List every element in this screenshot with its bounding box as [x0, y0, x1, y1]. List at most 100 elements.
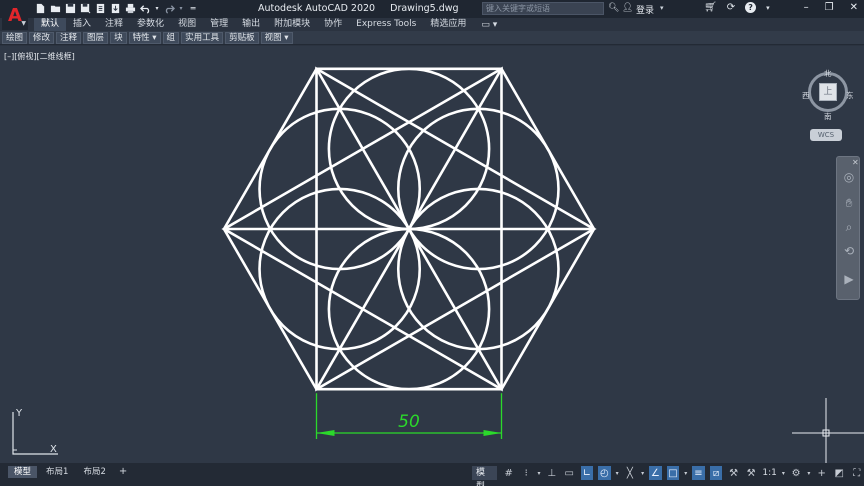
tab-collaborate[interactable]: 协作	[317, 18, 349, 31]
orbit-icon[interactable]: ⟲	[841, 243, 857, 259]
pan-icon[interactable]: ✋︎	[841, 195, 857, 211]
panel-clipboard[interactable]: 剪贴板	[225, 31, 259, 44]
compass-south[interactable]: 南	[824, 111, 832, 122]
compass-west[interactable]: 西	[802, 90, 810, 101]
isolate-objects-icon[interactable]: ◩	[833, 466, 846, 480]
minimize-icon[interactable]: –	[804, 2, 809, 13]
grid-icon[interactable]: #	[502, 466, 515, 480]
dynamic-input-icon[interactable]: ▭	[563, 466, 576, 480]
undo-icon[interactable]	[139, 2, 151, 14]
save-as-icon[interactable]	[79, 2, 91, 14]
tab-express-tools[interactable]: Express Tools	[349, 18, 423, 31]
tab-manage[interactable]: 管理	[203, 18, 235, 31]
drawing-canvas[interactable]: 50	[0, 46, 864, 463]
tab-output[interactable]: 输出	[235, 18, 267, 31]
viewcube-top-face[interactable]: 上	[819, 83, 837, 101]
close-icon[interactable]: ✕	[850, 2, 858, 13]
panel-utilities[interactable]: 实用工具	[181, 31, 224, 44]
auto-scale-icon[interactable]: ⚒	[745, 466, 758, 480]
crosshair-cursor	[792, 398, 864, 464]
status-tools: 模型 # ⁝ ▾ ⊥ ▭ ∟ ◴ ▾ ╳ ▾ ∠ □ ▾ ≡ ⧄ ⚒ ⚒ 1:1…	[472, 466, 864, 486]
dimension-arrowhead[interactable]	[316, 430, 335, 436]
polar-tracking-icon[interactable]: ◴	[598, 466, 611, 480]
tab-parametric[interactable]: 参数化	[130, 18, 171, 31]
chevron-down-icon[interactable]: ▾	[684, 470, 687, 477]
chevron-down-icon[interactable]: ▾	[616, 470, 619, 477]
new-icon[interactable]	[34, 2, 46, 14]
panel-draw[interactable]: 绘图	[2, 31, 28, 44]
annotation-visibility-icon[interactable]: ⚒	[727, 466, 740, 480]
panel-properties[interactable]: 特性 ▾	[128, 31, 161, 44]
application-menu-button[interactable]: A ▼	[2, 2, 28, 30]
viewport-controls-label[interactable]: [–][俯视][二维线框]	[4, 51, 75, 62]
tab-layout2[interactable]: 布局2	[77, 466, 111, 478]
customize-icon[interactable]: ═	[187, 2, 199, 14]
tab-featured-apps[interactable]: 精选应用	[423, 18, 473, 31]
fullscreen-icon[interactable]: ⛶	[850, 466, 863, 480]
help-icon[interactable]: ?	[745, 2, 757, 13]
workspace-gear-icon[interactable]: ⚙	[790, 466, 803, 480]
tab-annotate[interactable]: 注释	[98, 18, 130, 31]
wcs-menu[interactable]: WCS	[810, 129, 842, 141]
panel-layers[interactable]: 图层	[83, 31, 109, 44]
showmotion-icon[interactable]: ▶	[841, 271, 857, 287]
ribbon-panels: 绘图 修改 注释 图层 块 特性 ▾ 组 实用工具 剪贴板 视图 ▾	[0, 31, 864, 45]
dimension-text[interactable]: 50	[398, 412, 420, 432]
chevron-down-icon[interactable]: ▾	[178, 2, 184, 14]
infer-constraints-icon[interactable]: ⊥	[545, 466, 558, 480]
chevron-down-icon: ▼	[21, 20, 26, 27]
layout-tabs: 模型 布局1 布局2 +	[8, 466, 127, 478]
snap-icon[interactable]: ⁝	[520, 466, 533, 480]
chevron-down-icon[interactable]: ▾	[154, 2, 160, 14]
chevron-down-icon[interactable]: ▾	[641, 470, 644, 477]
lineweight-icon[interactable]: ≡	[692, 466, 705, 480]
close-icon[interactable]: ✕	[852, 158, 859, 167]
chevron-down-icon[interactable]: ▾	[660, 4, 664, 12]
tab-addins[interactable]: 附加模块	[267, 18, 317, 31]
ortho-icon[interactable]: ∟	[580, 466, 594, 480]
redo-icon[interactable]	[163, 2, 175, 14]
a360-icon[interactable]: ⟳	[727, 2, 735, 13]
add-icon[interactable]: +	[815, 466, 828, 480]
tab-layout1[interactable]: 布局1	[40, 466, 74, 478]
login-button[interactable]: 登录	[636, 3, 654, 16]
tab-insert[interactable]: 插入	[66, 18, 98, 31]
open-icon[interactable]	[49, 2, 61, 14]
chevron-down-icon[interactable]: ▾	[782, 470, 785, 477]
panel-block[interactable]: 块	[110, 31, 127, 44]
restore-icon[interactable]: ❐	[825, 2, 834, 13]
cart-icon[interactable]: 🛒︎	[704, 2, 717, 13]
panel-view[interactable]: 视图 ▾	[260, 31, 293, 44]
dimension-arrowhead[interactable]	[483, 430, 502, 436]
add-layout-icon[interactable]: +	[115, 466, 127, 478]
panel-groups[interactable]: 组	[162, 31, 180, 44]
object-snap-tracking-icon[interactable]: ∠	[649, 466, 662, 480]
chevron-down-icon[interactable]: ▾	[807, 470, 810, 477]
isometric-drafting-icon[interactable]: ╳	[624, 466, 637, 480]
file-name: Drawing5.dwg	[390, 3, 459, 14]
search-input[interactable]: 键入关键字或短语	[482, 2, 604, 15]
compass-east[interactable]: 东	[846, 90, 854, 101]
autocad-logo-icon: A	[8, 5, 22, 26]
chevron-down-icon[interactable]: ▾	[766, 4, 770, 12]
object-snap-icon[interactable]: □	[666, 466, 680, 480]
ribbon-display-toggle-icon[interactable]: ▭ ▾	[481, 20, 497, 30]
plot-icon[interactable]	[124, 2, 136, 14]
search-icon[interactable]: 🔍︎	[608, 3, 619, 13]
open-web-icon[interactable]	[94, 2, 106, 14]
save-web-icon[interactable]	[109, 2, 121, 14]
compass-north[interactable]: 北	[824, 68, 832, 79]
zoom-icon[interactable]: ⌕	[841, 219, 857, 235]
drawing-viewport[interactable]: 50	[0, 46, 864, 463]
save-icon[interactable]	[64, 2, 76, 14]
tab-view[interactable]: 视图	[171, 18, 203, 31]
panel-annotation[interactable]: 注释	[56, 31, 82, 44]
model-space-button[interactable]: 模型	[472, 466, 498, 486]
chevron-down-icon[interactable]: ▾	[537, 470, 540, 477]
tab-default[interactable]: 默认	[34, 18, 67, 31]
transparency-icon[interactable]: ⧄	[709, 466, 723, 480]
panel-modify[interactable]: 修改	[29, 31, 55, 44]
annotation-scale-button[interactable]: 1:1	[762, 466, 776, 480]
steering-wheel-icon[interactable]: ◎	[841, 169, 857, 185]
tab-model[interactable]: 模型	[8, 466, 38, 478]
